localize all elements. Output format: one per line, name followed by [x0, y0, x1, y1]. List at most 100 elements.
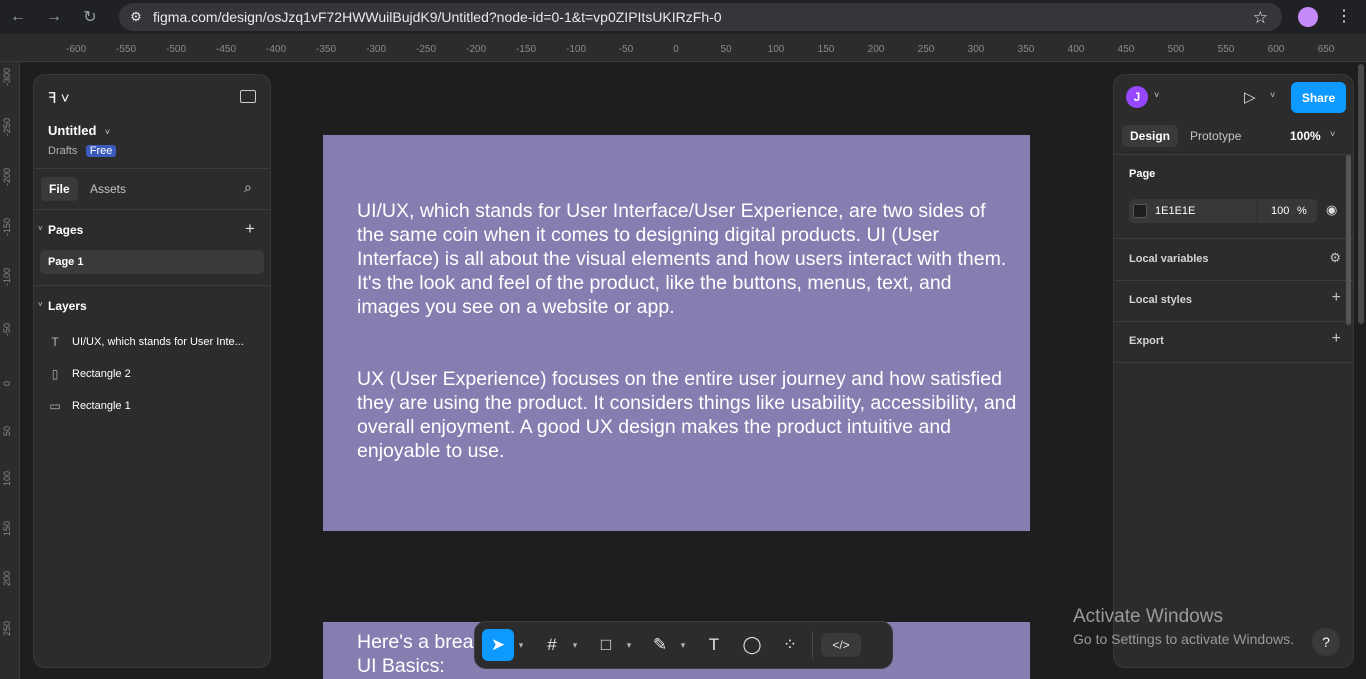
ruler-tick-label: 450 — [1117, 44, 1135, 55]
export-label[interactable]: Export — [1129, 335, 1164, 347]
activate-windows-subtitle: Go to Settings to activate Windows. — [1073, 631, 1294, 647]
chevron-down-icon[interactable]: ˅ — [1330, 129, 1335, 139]
ruler-tick-label: 400 — [1067, 44, 1085, 55]
ruler-tick-label: 100 — [2, 470, 12, 486]
site-info-icon[interactable]: ⚙ — [119, 9, 153, 25]
ruler-tick-label: 100 — [767, 44, 785, 55]
browser-toolbar: ← → ↻ ⚙ figma.com/design/osJzq1vF72HWWui… — [0, 0, 1366, 34]
ruler-tick-label: 350 — [1017, 44, 1035, 55]
ruler-tick-label: 50 — [2, 425, 12, 436]
ruler-tick-label: 250 — [2, 620, 12, 636]
chevron-down-icon[interactable]: ▾ — [568, 640, 582, 651]
ruler-tick-label: 500 — [1167, 44, 1185, 55]
divider — [1114, 238, 1353, 239]
ruler-tick-label: -600 — [65, 44, 87, 55]
help-button[interactable]: ? — [1312, 628, 1340, 656]
divider — [34, 209, 270, 210]
ruler-tick-label: 200 — [2, 570, 12, 586]
pen-tool-button[interactable]: ✎ — [644, 629, 676, 661]
figma-menu-icon[interactable]: ꟻ ˅ — [48, 89, 70, 107]
ruler-top: -600 -550 -500 -450 -400 -350 -300 -250 -200 -150… — [0, 40, 1366, 62]
color-swatch[interactable] — [1133, 204, 1147, 218]
divider — [1114, 280, 1353, 281]
tab-design[interactable]: Design — [1122, 125, 1179, 147]
page-item[interactable]: Page 1 — [40, 250, 264, 274]
variables-settings-icon[interactable]: ⚙ — [1329, 250, 1341, 266]
layer-item[interactable]: ▯ Rectangle 2 — [48, 367, 131, 381]
present-play-icon[interactable]: ▷ — [1244, 88, 1256, 106]
chevron-down-icon[interactable]: ˅ — [1270, 90, 1275, 100]
ruler-tick-label: -150 — [2, 217, 12, 236]
dev-mode-toggle[interactable]: </> — [821, 633, 861, 657]
avatar[interactable]: J — [1126, 86, 1148, 108]
layer-item[interactable]: ▭ Rectangle 1 — [48, 399, 130, 413]
ruler-tick-label: 150 — [2, 520, 12, 536]
plan-badge: Free — [85, 145, 117, 157]
ruler-tick-label: -450 — [215, 44, 237, 55]
chevron-down-icon[interactable]: ˅ — [1154, 90, 1159, 100]
canvas-text-block[interactable]: UI/UX, which stands for User Interface/U… — [357, 199, 1017, 463]
canvas-text-block-2[interactable]: Here's a brea UI Basics: — [357, 630, 473, 678]
ruler-tick-label: 0 — [2, 380, 12, 386]
tab-assets[interactable]: Assets — [90, 182, 126, 196]
panel-scrollbar[interactable] — [1346, 155, 1351, 325]
ruler-tick-label: -150 — [515, 44, 537, 55]
opacity-value[interactable]: 100 — [1271, 205, 1289, 217]
chevron-down-icon[interactable]: ▾ — [676, 640, 690, 651]
ruler-tick-label: 150 — [817, 44, 835, 55]
ruler-tick-label: -50 — [2, 322, 12, 336]
file-name: Untitled — [48, 123, 97, 138]
profile-avatar[interactable] — [1298, 7, 1318, 27]
share-button[interactable]: Share — [1291, 82, 1346, 113]
chevron-down-icon[interactable]: ˅ — [38, 224, 43, 233]
ruler-tick-label: 0 — [673, 44, 679, 55]
divider — [34, 168, 270, 169]
browser-menu-icon[interactable]: ⋮ — [1336, 6, 1352, 26]
bookmark-star-icon[interactable]: ☆ — [1253, 8, 1268, 28]
eye-icon[interactable]: ◉ — [1326, 202, 1337, 218]
chevron-down-icon[interactable]: ▾ — [622, 640, 636, 651]
canvas-scrollbar[interactable] — [1358, 64, 1364, 324]
file-location-row: Drafts Free — [48, 141, 117, 159]
comment-tool-button[interactable]: ◯ — [736, 629, 768, 661]
divider — [1114, 362, 1353, 363]
color-hex[interactable]: 1E1E1E — [1155, 205, 1195, 217]
address-bar[interactable]: ⚙ figma.com/design/osJzq1vF72HWWuilBujdK… — [119, 3, 1282, 31]
add-page-icon[interactable]: + — [245, 219, 255, 239]
ruler-tick-label: -100 — [565, 44, 587, 55]
pages-header[interactable]: Pages — [48, 223, 83, 237]
layer-item[interactable]: T UI/UX, which stands for User Inte... — [48, 335, 244, 349]
layers-header[interactable]: Layers — [48, 299, 87, 313]
ruler-tick-label: -50 — [618, 44, 634, 55]
forward-button[interactable]: → — [36, 0, 72, 34]
local-styles-label[interactable]: Local styles — [1129, 294, 1192, 306]
search-icon[interactable]: ⌕ — [244, 179, 252, 196]
zoom-level[interactable]: 100% — [1290, 129, 1321, 143]
back-button[interactable]: ← — [0, 0, 36, 34]
reload-button[interactable]: ↻ — [72, 0, 108, 34]
local-variables-label[interactable]: Local variables — [1129, 253, 1209, 265]
page-color-field[interactable]: 1E1E1E 100 % — [1129, 199, 1317, 223]
chevron-down-icon[interactable]: ▾ — [514, 640, 528, 651]
text-tool-button[interactable]: T — [698, 629, 730, 661]
ruler-tick-label: 650 — [1317, 44, 1335, 55]
divider — [34, 285, 270, 286]
tab-prototype[interactable]: Prototype — [1190, 129, 1241, 143]
artboard-rectangle-1[interactable]: UI/UX, which stands for User Interface/U… — [323, 135, 1030, 531]
actions-tool-button[interactable]: ⁘ — [774, 629, 806, 661]
divider — [1257, 199, 1258, 223]
ruler-tick-label: -350 — [315, 44, 337, 55]
rectangle-tool-button[interactable]: □ — [590, 629, 622, 661]
add-style-icon[interactable]: + — [1332, 289, 1341, 307]
tab-file[interactable]: File — [41, 177, 78, 201]
chevron-down-icon[interactable]: ˅ — [38, 300, 43, 309]
add-export-icon[interactable]: + — [1332, 330, 1341, 348]
ruler-tick-label: -550 — [115, 44, 137, 55]
text-line-2: UI Basics: — [357, 655, 445, 677]
panel-toggle-icon[interactable] — [240, 90, 256, 103]
move-tool-button[interactable]: ➤ — [482, 629, 514, 661]
frame-tool-button[interactable]: # — [536, 629, 568, 661]
layer-name: UI/UX, which stands for User Inte... — [72, 336, 244, 348]
file-title-row[interactable]: Untitled ˅ — [48, 122, 110, 140]
ruler-tick-label: -300 — [2, 67, 12, 86]
